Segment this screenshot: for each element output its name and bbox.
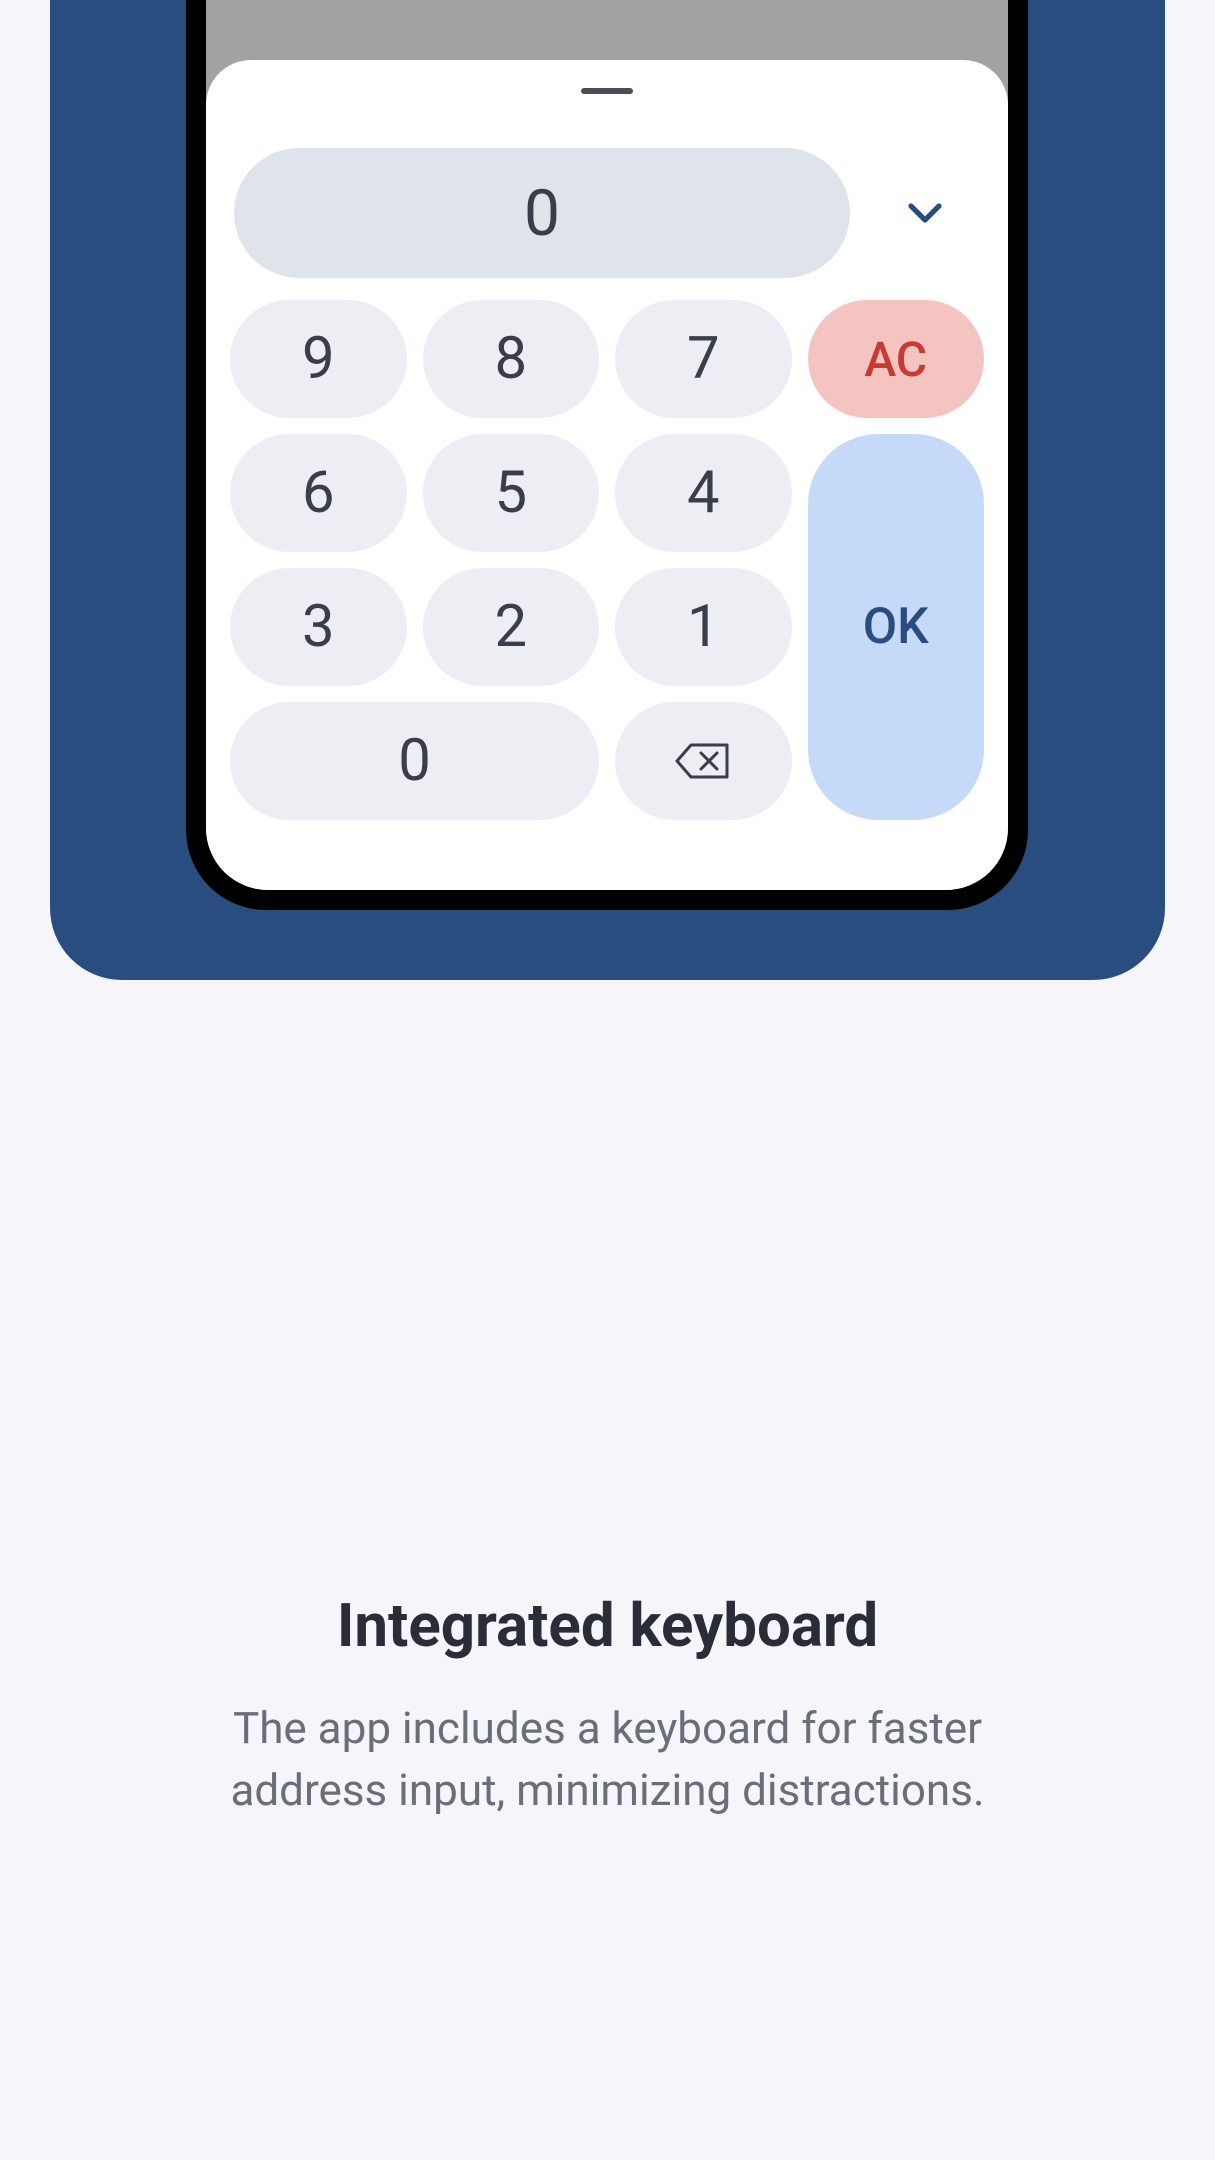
key-5[interactable]: 5 bbox=[423, 434, 600, 552]
key-ok[interactable]: OK bbox=[808, 434, 985, 820]
keypad-display-row: 0 bbox=[230, 148, 984, 278]
keypad-display: 0 bbox=[234, 148, 850, 278]
key-ac[interactable]: AC bbox=[808, 300, 985, 418]
phone-screen: -16 112 +16 12345678910 0 9 8 7 AC 6 5 bbox=[206, 0, 1008, 890]
key-1[interactable]: 1 bbox=[615, 568, 792, 686]
key-2[interactable]: 2 bbox=[423, 568, 600, 686]
keypad-grid: 9 8 7 AC 6 5 4 OK 3 2 1 0 bbox=[230, 300, 984, 820]
key-3[interactable]: 3 bbox=[230, 568, 407, 686]
phone-frame: -16 112 +16 12345678910 0 9 8 7 AC 6 5 bbox=[186, 0, 1028, 910]
drag-handle[interactable] bbox=[581, 88, 633, 94]
chevron-down-icon bbox=[904, 192, 946, 234]
keyboard-sheet: 0 9 8 7 AC 6 5 4 OK 3 2 1 0 bbox=[206, 60, 1008, 890]
backspace-icon bbox=[675, 741, 731, 781]
caption-body: The app includes a keyboard for faster a… bbox=[150, 1697, 1065, 1822]
caption-title: Integrated keyboard bbox=[150, 1590, 1065, 1661]
caption-section: Integrated keyboard The app includes a k… bbox=[0, 1590, 1215, 1822]
key-backspace[interactable] bbox=[615, 702, 792, 820]
key-0[interactable]: 0 bbox=[230, 702, 599, 820]
key-8[interactable]: 8 bbox=[423, 300, 600, 418]
key-6[interactable]: 6 bbox=[230, 434, 407, 552]
key-4[interactable]: 4 bbox=[615, 434, 792, 552]
key-7[interactable]: 7 bbox=[615, 300, 792, 418]
collapse-button[interactable] bbox=[870, 192, 980, 234]
key-9[interactable]: 9 bbox=[230, 300, 407, 418]
